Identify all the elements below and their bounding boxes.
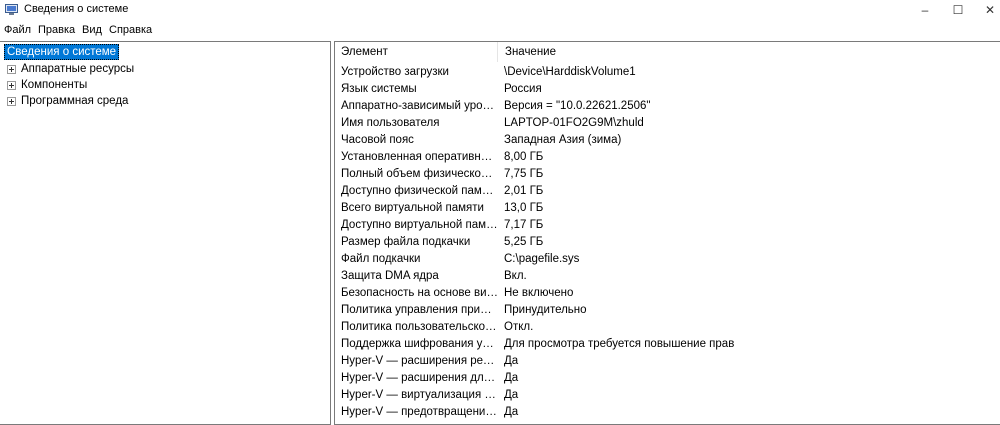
cell-value: Да xyxy=(504,355,519,367)
table-row[interactable]: Политика пользовательского ... Откл. xyxy=(335,319,1000,336)
table-row[interactable]: Hyper-V — предотвращение в... Да xyxy=(335,404,1000,421)
cell-element: Hyper-V — расширения реж... xyxy=(341,355,498,367)
cell-value: Принудительно xyxy=(504,304,587,316)
cell-element: Файл подкачки xyxy=(341,253,421,265)
table-row[interactable]: Полный объем физической па... 7,75 ГБ xyxy=(335,166,1000,183)
cell-value: Вкл. xyxy=(504,270,527,282)
table-row[interactable]: Доступно виртуальной памяти 7,17 ГБ xyxy=(335,217,1000,234)
table-row[interactable]: Файл подкачки C:\pagefile.sys xyxy=(335,251,1000,268)
cell-value: Версия = "10.0.22621.2506" xyxy=(504,100,651,112)
table-row[interactable]: Установленная оперативная п... 8,00 ГБ xyxy=(335,149,1000,166)
table-row[interactable]: Язык системы Россия xyxy=(335,81,1000,98)
tree-item-system-summary[interactable]: Сведения о системе xyxy=(4,44,120,60)
cell-value: Да xyxy=(504,406,519,418)
cell-element: Безопасность на основе вирту... xyxy=(341,287,498,299)
table-row[interactable]: Аппаратно-зависимый уровен... Версия = "1… xyxy=(335,98,1000,115)
menu-view[interactable]: Вид xyxy=(82,24,102,36)
expand-icon[interactable] xyxy=(7,80,16,90)
cell-value: 2,01 ГБ xyxy=(504,185,544,197)
maximize-button[interactable]: ☐ xyxy=(942,0,974,20)
cell-value: LAPTOP-01FO2G9M\zhuld xyxy=(504,117,644,129)
window-title: Сведения о системе xyxy=(24,3,129,15)
cell-element: Имя пользователя xyxy=(341,117,440,129)
category-tree[interactable]: Сведения о системе Аппаратные ресурсы Ко… xyxy=(0,41,331,425)
tree-item-label: Компоненты xyxy=(21,79,88,91)
cell-value: Откл. xyxy=(504,321,534,333)
menu-edit[interactable]: Правка xyxy=(38,24,75,36)
tree-item-hardware-resources[interactable]: Аппаратные ресурсы xyxy=(7,61,134,77)
cell-element: Hyper-V — виртуализация вкл... xyxy=(341,389,498,401)
table-row[interactable]: Hyper-V — расширения реж... Да xyxy=(335,353,1000,370)
cell-value: Россия xyxy=(504,83,542,95)
cell-element: Полный объем физической па... xyxy=(341,168,498,180)
close-button[interactable]: ✕ xyxy=(974,0,1000,20)
cell-value: 7,75 ГБ xyxy=(504,168,544,180)
menu-help[interactable]: Справка xyxy=(109,24,152,36)
title-bar[interactable]: Сведения о системе – ☐ ✕ xyxy=(0,0,1000,20)
cell-element: Всего виртуальной памяти xyxy=(341,202,484,214)
cell-value: 13,0 ГБ xyxy=(504,202,544,214)
table-row[interactable]: Политика управления прилож... Принудитель… xyxy=(335,302,1000,319)
table-row[interactable]: Безопасность на основе вирту... Не включе… xyxy=(335,285,1000,302)
cell-element: Политика управления прилож... xyxy=(341,304,498,316)
table-row[interactable]: Часовой пояс Западная Азия (зима) xyxy=(335,132,1000,149)
menu-file[interactable]: Файл xyxy=(4,24,31,36)
cell-element: Доступно виртуальной памяти xyxy=(341,219,498,231)
cell-value: Да xyxy=(504,372,519,384)
cell-element: Устройство загрузки xyxy=(341,66,449,78)
cell-value: Для просмотра требуется повышение прав xyxy=(504,338,735,350)
cell-value: Да xyxy=(504,389,519,401)
table-row[interactable]: Hyper-V — виртуализация вкл... Да xyxy=(335,387,1000,404)
cell-value: Западная Азия (зима) xyxy=(504,134,622,146)
cell-value: 5,25 ГБ xyxy=(504,236,544,248)
table-row[interactable]: Защита DMA ядра Вкл. xyxy=(335,268,1000,285)
table-row[interactable]: Hyper-V — расширения для п... Да xyxy=(335,370,1000,387)
table-row[interactable]: Размер файла подкачки 5,25 ГБ xyxy=(335,234,1000,251)
expand-icon[interactable] xyxy=(7,64,16,74)
cell-element: Политика пользовательского ... xyxy=(341,321,498,333)
column-header-element[interactable]: Элемент xyxy=(335,42,498,62)
table-row[interactable]: Доступно физической памяти 2,01 ГБ xyxy=(335,183,1000,200)
cell-element: Язык системы xyxy=(341,83,417,95)
cell-value: 8,00 ГБ xyxy=(504,151,544,163)
table-row[interactable]: Всего виртуальной памяти 13,0 ГБ xyxy=(335,200,1000,217)
cell-element: Доступно физической памяти xyxy=(341,185,498,197)
tree-item-software-environment[interactable]: Программная среда xyxy=(7,93,128,109)
cell-element: Аппаратно-зависимый уровен... xyxy=(341,100,498,112)
cell-element: Часовой пояс xyxy=(341,134,414,146)
cell-value: Не включено xyxy=(504,287,574,299)
cell-element: Защита DMA ядра xyxy=(341,270,439,282)
expand-icon[interactable] xyxy=(7,96,16,106)
system-info-icon xyxy=(5,4,18,15)
cell-value: \Device\HarddiskVolume1 xyxy=(504,66,636,78)
cell-element: Поддержка шифрования устр... xyxy=(341,338,498,350)
column-header-value[interactable]: Значение xyxy=(499,42,999,62)
cell-value: 7,17 ГБ xyxy=(504,219,544,231)
tree-item-label: Программная среда xyxy=(21,95,129,107)
details-table[interactable]: Элемент Значение Устройство загрузки \Dev… xyxy=(334,41,1000,425)
tree-item-label: Аппаратные ресурсы xyxy=(21,63,135,75)
table-row[interactable]: Имя пользователя LAPTOP-01FO2G9M\zhuld xyxy=(335,115,1000,132)
cell-value: C:\pagefile.sys xyxy=(504,253,580,265)
table-row[interactable]: Устройство загрузки \Device\HarddiskVolum… xyxy=(335,64,1000,81)
menu-bar: Файл Правка Вид Справка xyxy=(0,21,1000,39)
table-row[interactable]: Поддержка шифрования устр... Для просмотр… xyxy=(335,336,1000,353)
cell-element: Размер файла подкачки xyxy=(341,236,471,248)
minimize-button[interactable]: – xyxy=(909,0,941,20)
cell-element: Hyper-V — предотвращение в... xyxy=(341,406,498,418)
tree-item-components[interactable]: Компоненты xyxy=(7,77,87,93)
cell-element: Установленная оперативная п... xyxy=(341,151,498,163)
cell-element: Hyper-V — расширения для п... xyxy=(341,372,498,384)
